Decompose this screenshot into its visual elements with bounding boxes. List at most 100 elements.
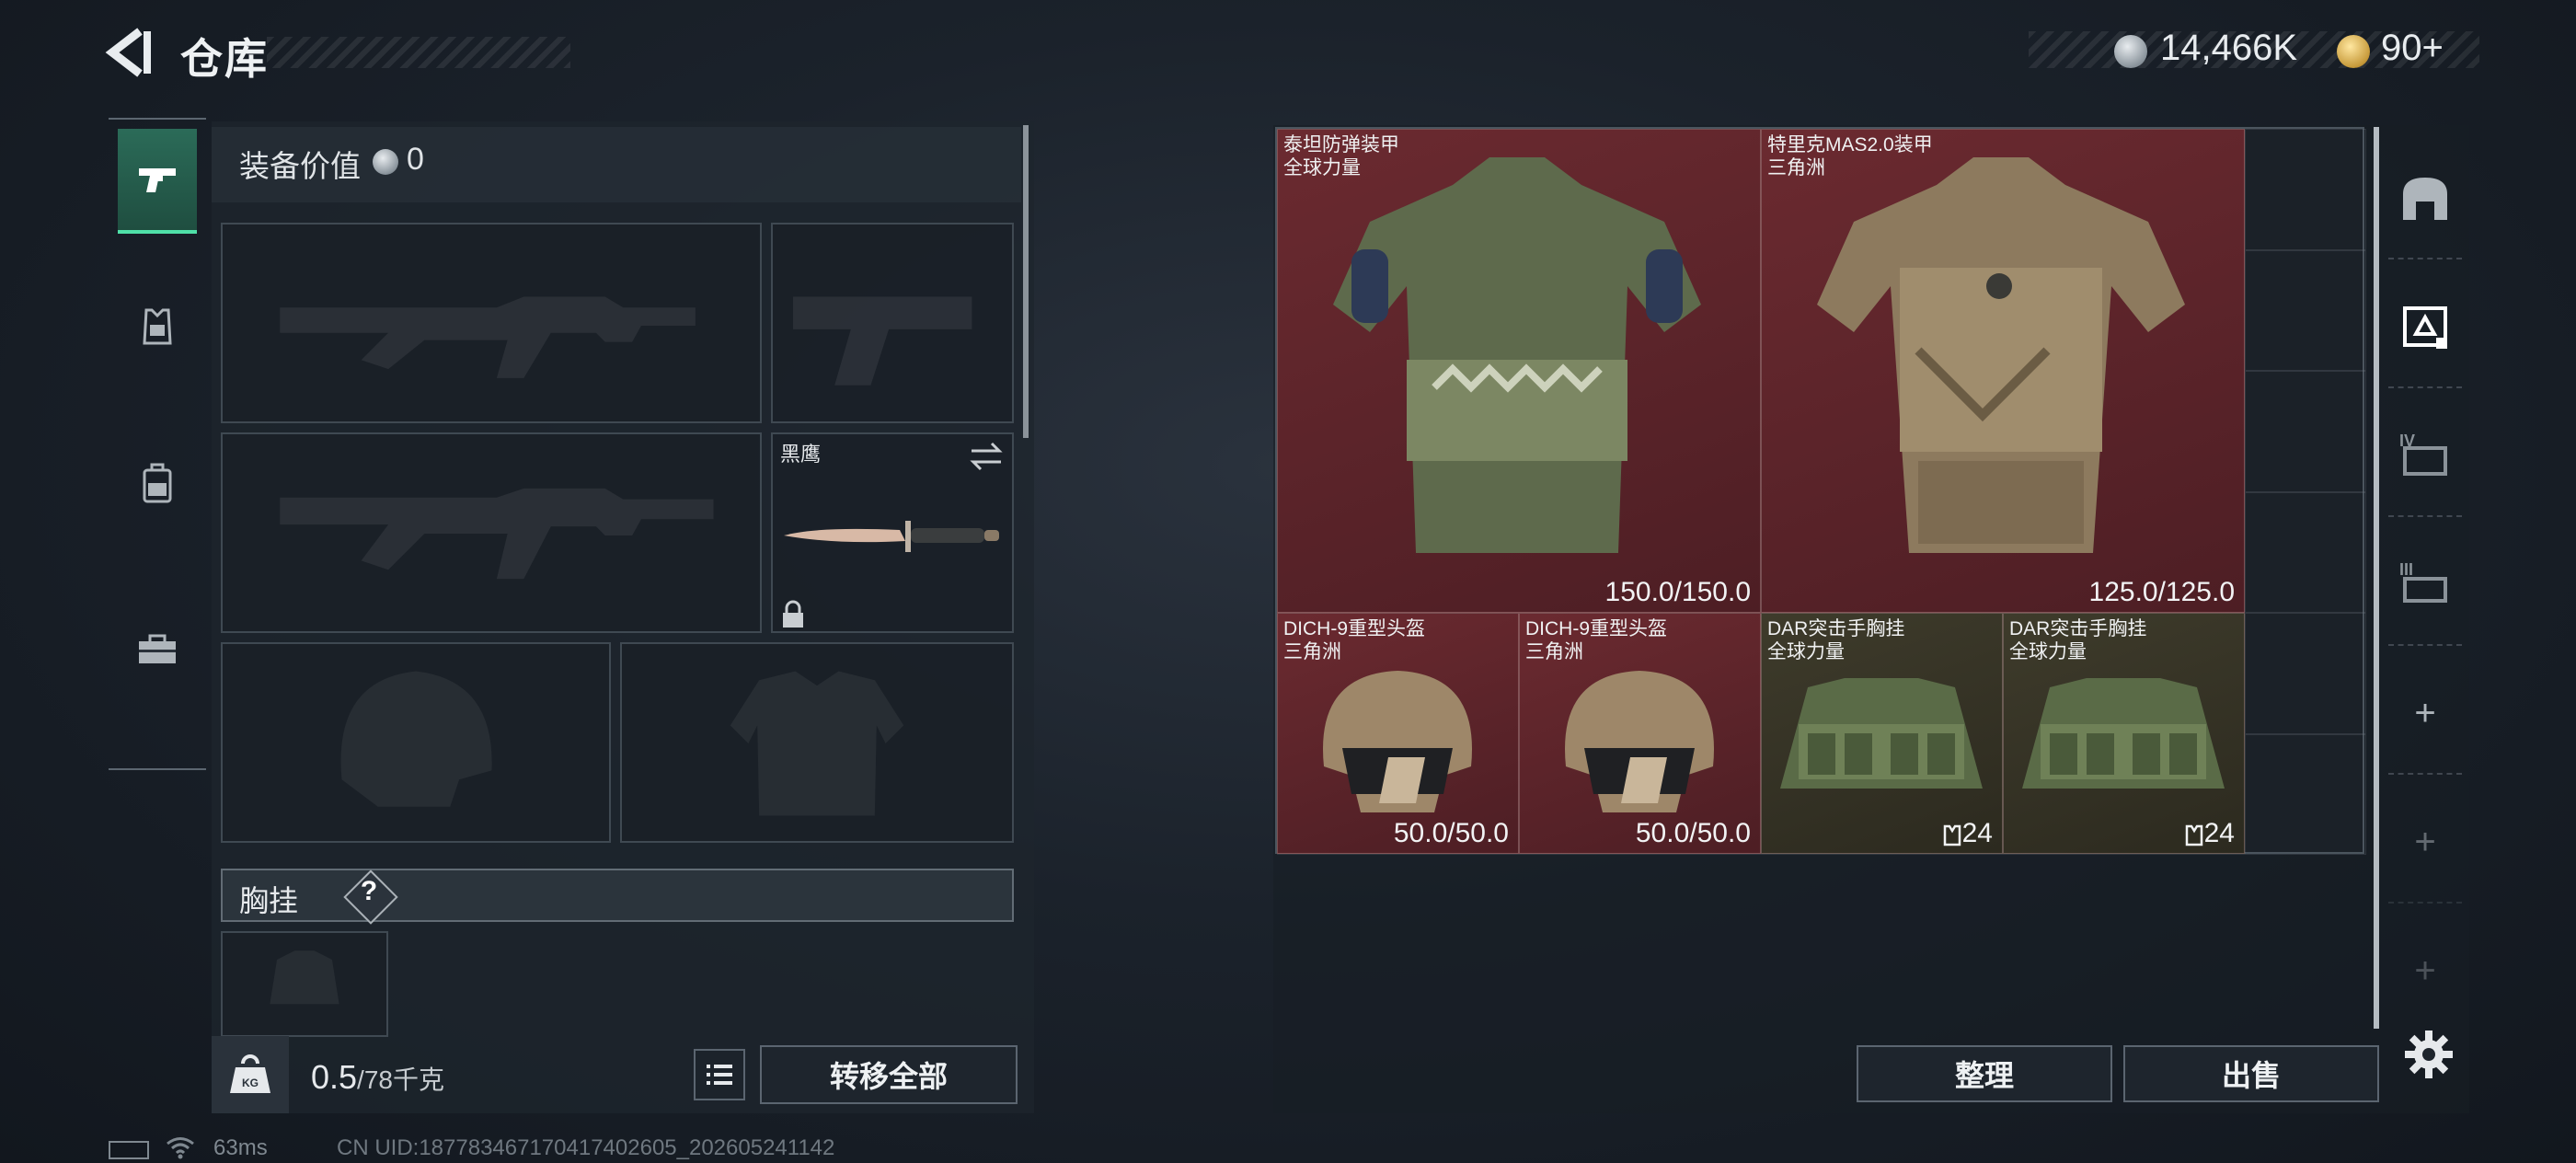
stash-grid-cell[interactable] [2245, 249, 2366, 371]
equipment-value-amount: 0 [407, 142, 424, 177]
capacity-icon [2185, 824, 2202, 846]
item-durability: 50.0/50.0 [1393, 818, 1509, 848]
stash-grid-cell[interactable] [2245, 371, 2366, 492]
gold-currency-value: 90+ [2381, 28, 2444, 68]
nav-tab-armor[interactable] [118, 276, 197, 377]
item-durability: 125.0/125.0 [2088, 577, 2235, 607]
rifle-silhouette-icon [280, 488, 714, 580]
nav-tab-backpack[interactable] [118, 432, 197, 534]
nav-tab-toolbox[interactable] [118, 598, 197, 699]
latency-text: 63ms [213, 1135, 268, 1160]
helmet-icon [1565, 671, 1714, 812]
item-name: DAR突击手胸挂 全球力量 [1767, 618, 1905, 662]
chest-rig-slot[interactable] [221, 931, 388, 1037]
item-durability: 150.0/150.0 [1604, 577, 1751, 607]
stash-item-chest-rig-1[interactable]: DAR突击手胸挂 全球力量 24 [1761, 613, 2003, 854]
stash-level-3-icon: III [2399, 560, 2447, 603]
armor-silhouette-icon [730, 671, 904, 816]
rig-silhouette-icon [270, 950, 339, 1005]
equipment-value-label: 装备价值 [239, 149, 361, 183]
stash-tab-home[interactable] [2388, 138, 2462, 259]
stash-tab-add-2[interactable]: + [2388, 782, 2462, 904]
lock-icon [783, 600, 803, 628]
stash-tab-3[interactable]: III [2388, 524, 2462, 646]
weight-current: 0.5 [311, 1058, 358, 1096]
chest-rig-label: 胸挂 [239, 884, 299, 917]
bunker-icon [2403, 178, 2447, 220]
value-coin-icon [373, 149, 398, 175]
pistol-slot[interactable] [771, 223, 1014, 423]
battery-icon [109, 1141, 149, 1159]
weight-icon: KG [230, 1054, 270, 1093]
stash-scrollbar[interactable] [2374, 127, 2379, 1029]
stash-tab-4[interactable]: IV [2388, 396, 2462, 517]
item-name: DICH-9重型头盔 三角洲 [1525, 618, 1668, 662]
knife-icon [784, 521, 999, 552]
stash-grid-cell[interactable] [2245, 733, 2366, 855]
stash-item-armor-mas[interactable]: 特里克MAS2.0装甲 三角洲 125.0/125.0 [1761, 129, 2245, 613]
stash-item-helmet-2[interactable]: DICH-9重型头盔 三角洲 50.0/50.0 [1519, 613, 1761, 854]
plus-icon: + [2414, 692, 2436, 733]
list-icon [707, 1065, 732, 1085]
stash-item-chest-rig-2[interactable]: DAR突击手胸挂 全球力量 24 [2003, 613, 2245, 854]
weight-icon-box: KG [212, 1036, 289, 1113]
stash-grid-cell[interactable] [2245, 491, 2366, 613]
svg-text:III: III [2399, 560, 2413, 579]
svg-text:KG: KG [242, 1077, 259, 1089]
armor-icon [143, 308, 172, 345]
stash-grid-cell[interactable] [2245, 613, 2366, 734]
weight-readout: 0.5/78千克 [311, 1058, 444, 1097]
loadout-scrollbar[interactable] [1023, 125, 1029, 438]
helmet-silhouette-icon [340, 671, 492, 807]
secondary-weapon-slot[interactable] [221, 432, 762, 633]
stash-item-helmet-1[interactable]: DICH-9重型头盔 三角洲 50.0/50.0 [1277, 613, 1519, 854]
chest-rig-icon [2022, 678, 2225, 789]
item-capacity: 24 [2184, 818, 2235, 849]
pistol-icon [139, 168, 176, 192]
backpack-icon [143, 463, 172, 503]
pistol-silhouette-icon [793, 296, 972, 386]
silver-currency-value: 14,466K [2160, 28, 2298, 68]
stash-box-icon [2403, 306, 2447, 349]
plus-icon: + [2414, 821, 2436, 862]
swap-icon[interactable] [968, 440, 1005, 473]
stash-tab-add-1[interactable]: + [2388, 653, 2462, 775]
body-armor-icon [1333, 157, 1701, 553]
stash-level-4-icon: IV [2399, 432, 2447, 476]
page-title: 仓库 [180, 35, 269, 83]
melee-item-name: 黑鹰 [780, 443, 822, 466]
item-capacity: 24 [1942, 818, 1993, 849]
nav-tab-weapons[interactable] [118, 129, 197, 234]
gold-coin-icon [2337, 35, 2370, 68]
title-decoration [267, 37, 570, 68]
item-durability: 50.0/50.0 [1635, 818, 1751, 848]
stash-tabs: IV III + + + [2388, 138, 2462, 1021]
item-name: DICH-9重型头盔 三角洲 [1283, 618, 1426, 662]
stash-tab-active[interactable] [2388, 267, 2462, 388]
melee-slot[interactable]: 黑鹰 [771, 432, 1014, 633]
item-name: DAR突击手胸挂 全球力量 [2009, 618, 2147, 662]
stash-grid-cell[interactable] [2245, 129, 2366, 250]
primary-weapon-slot[interactable] [221, 223, 762, 423]
helmet-icon [1323, 671, 1472, 812]
helmet-slot[interactable] [221, 642, 611, 843]
transfer-all-button[interactable]: 转移全部 [760, 1045, 1018, 1104]
weight-max: /78千克 [357, 1065, 444, 1094]
help-symbol: ? [360, 876, 378, 906]
list-view-button[interactable] [694, 1049, 745, 1100]
body-armor-slot[interactable] [620, 642, 1014, 843]
sell-button[interactable]: 出售 [2123, 1045, 2379, 1102]
sort-button[interactable]: 整理 [1857, 1045, 2112, 1102]
capacity-icon [1943, 824, 1961, 846]
stash-item-armor-titan[interactable]: 泰坦防弹装甲 全球力量 150.0/150.0 [1277, 129, 1761, 613]
uid-text: CN UID:187783467170417402605_20260524114… [337, 1135, 835, 1160]
rifle-silhouette-icon [280, 296, 696, 378]
wifi-icon [167, 1137, 194, 1159]
gear-icon[interactable] [2401, 1027, 2456, 1082]
toolbox-icon [139, 634, 176, 663]
back-button[interactable] [103, 24, 158, 81]
left-nav [109, 118, 206, 770]
stash-tab-add-3[interactable]: + [2388, 911, 2462, 1031]
chest-rig-header [221, 869, 1014, 922]
back-arrow-icon [105, 28, 151, 77]
